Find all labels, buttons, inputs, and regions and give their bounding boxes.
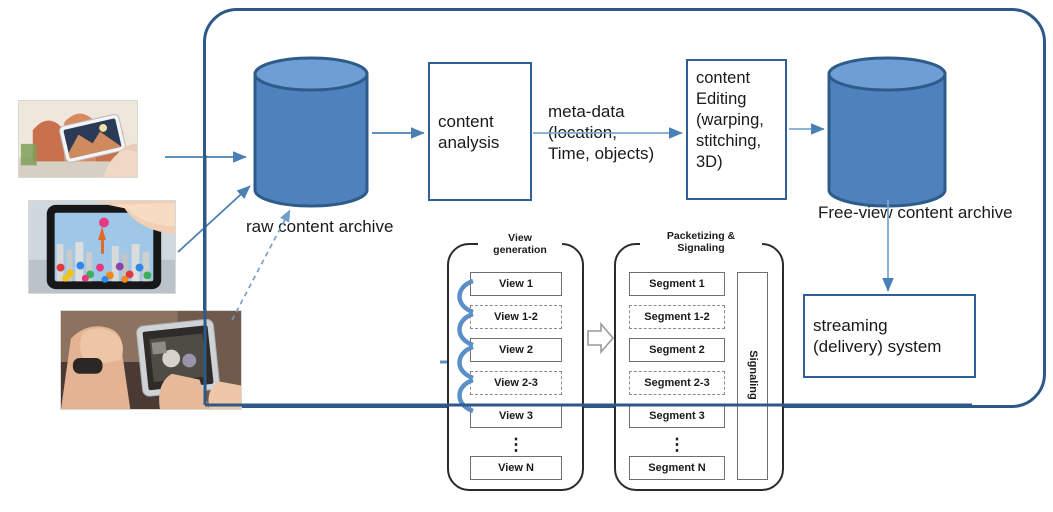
source-photo-2 (28, 200, 176, 294)
source-photo-1 (18, 100, 138, 178)
segment-items-ellipsis: ⋮ (629, 436, 725, 453)
content-analysis-box: content analysis (428, 62, 532, 201)
segment-ellipsis-glyph: ⋮ (668, 435, 686, 454)
signaling-label: Signaling (747, 350, 759, 400)
view-item-2: View 2 (470, 338, 562, 362)
segment-item-n: Segment N (629, 456, 725, 480)
packetizing-title: Packetizing & Signaling (640, 230, 762, 254)
view-items-ellipsis: ⋮ (470, 436, 562, 453)
diagram-canvas: raw content archive content analysis met… (0, 0, 1053, 512)
view-item-n: View N (470, 456, 562, 480)
content-editing-box: content Editing (warping, stitching, 3D) (686, 59, 787, 200)
view-item-1-2: View 1-2 (470, 305, 562, 329)
view-item-3: View 3 (470, 404, 562, 428)
segment-item-3: Segment 3 (629, 404, 725, 428)
view-item-2-3: View 2-3 (470, 371, 562, 395)
metadata-label: meta-data (location, Time, objects) (548, 102, 655, 163)
view-item-1: View 1 (470, 272, 562, 296)
view-ellipsis-glyph: ⋮ (507, 435, 525, 454)
content-editing-label: content Editing (warping, stitching, 3D) (696, 69, 764, 171)
segment-item-1: Segment 1 (629, 272, 725, 296)
raw-content-archive-cylinder (252, 56, 370, 208)
freeview-content-archive-label: Free-view content archive (818, 203, 1013, 222)
raw-content-archive-label: raw content archive (246, 217, 394, 236)
segment-item-1-2: Segment 1-2 (629, 305, 725, 329)
freeview-content-archive-cylinder (826, 56, 948, 208)
streaming-system-label: streaming (delivery) system (813, 316, 942, 356)
content-analysis-label: content analysis (438, 111, 500, 152)
source-photo-3 (60, 310, 242, 410)
segment-item-2-3: Segment 2-3 (629, 371, 725, 395)
streaming-system-box: streaming (delivery) system (803, 294, 976, 378)
view-generation-title: View generation (478, 232, 562, 256)
segment-item-2: Segment 2 (629, 338, 725, 362)
